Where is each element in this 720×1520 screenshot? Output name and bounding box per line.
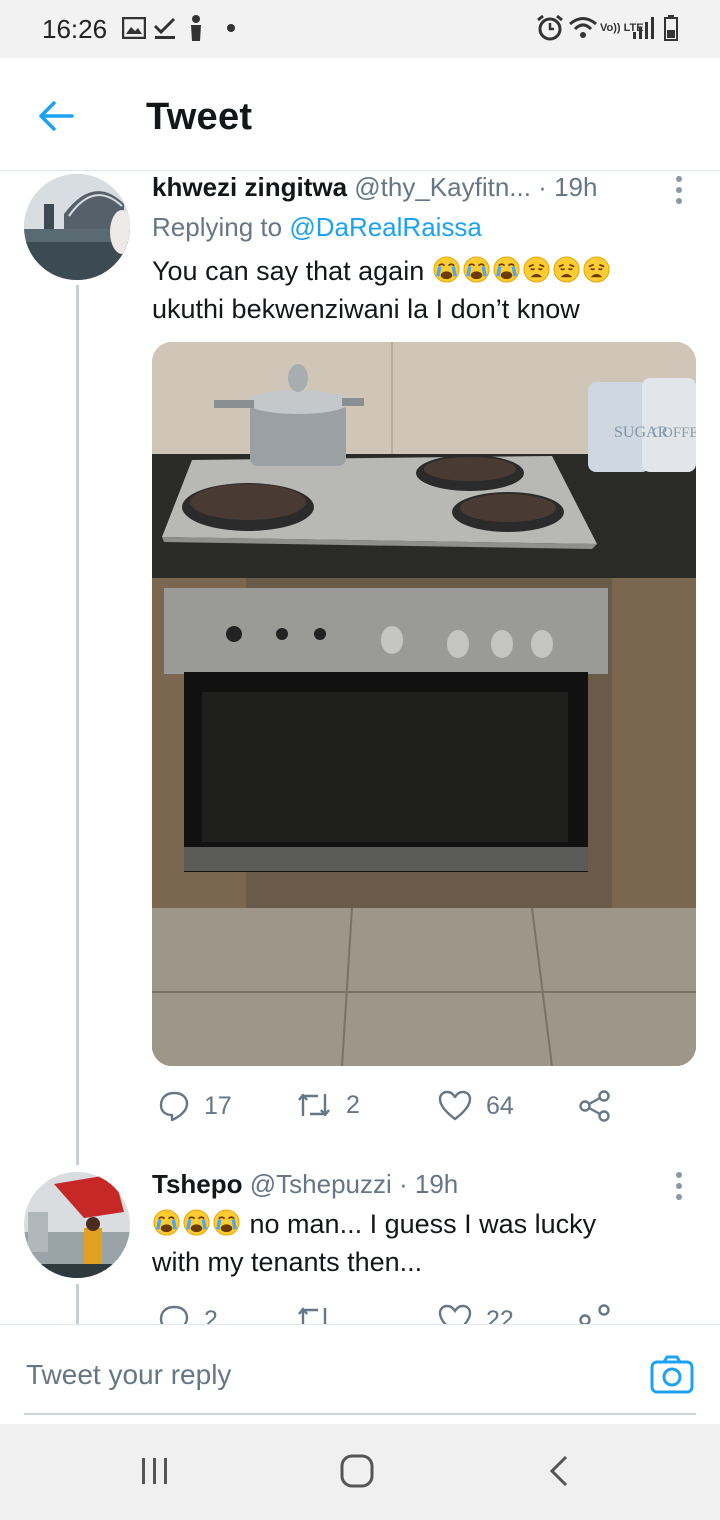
share-button-2[interactable]: [578, 1304, 612, 1324]
coffee-label: COFFEE: [652, 425, 696, 441]
tweet-actions-2: 2 22: [0, 1296, 720, 1324]
more-options-icon-2[interactable]: [676, 1172, 682, 1205]
back-nav-icon[interactable]: [544, 1454, 574, 1493]
tweet-author-2[interactable]: Tshepo @Tshepuzzi · 19h: [152, 1169, 458, 1200]
reply-icon-2: [159, 1305, 189, 1324]
weary-face-emoji: [582, 255, 611, 284]
replying-to: Replying to @DaRealRaissa: [152, 212, 482, 243]
more-options-icon[interactable]: [676, 176, 682, 209]
like-button-2[interactable]: 22: [438, 1304, 514, 1324]
share-icon: [579, 1090, 610, 1122]
retweet-icon: [298, 1093, 330, 1117]
person-icon: [188, 14, 204, 42]
gallery-icon: [122, 14, 146, 42]
tweet-text: You can say that again ukuthi bekwenziwa…: [152, 252, 692, 328]
like-button[interactable]: 64: [438, 1090, 514, 1122]
recent-apps-icon[interactable]: [138, 1454, 172, 1493]
reply-button[interactable]: 17: [158, 1090, 232, 1122]
back-arrow-icon[interactable]: [36, 96, 76, 136]
retweet-button[interactable]: 2: [296, 1090, 360, 1120]
reply-composer: Tweet your reply: [0, 1324, 720, 1425]
reply-icon: [159, 1091, 189, 1122]
tweet-text-line1: You can say that again: [152, 256, 425, 286]
like-count: 64: [486, 1091, 514, 1120]
download-done-icon: [152, 14, 178, 42]
battery-icon: [664, 14, 678, 42]
display-name-2[interactable]: Tshepo: [152, 1169, 243, 1199]
reply-input[interactable]: Tweet your reply: [26, 1359, 231, 1391]
tweet-text-line2: ukuthi bekwenziwani la I don’t know: [152, 294, 580, 324]
tweet-photo[interactable]: SUGAR COFFEE: [152, 342, 696, 1066]
crying-face-emoji: [152, 1208, 181, 1237]
weary-face-emoji: [522, 255, 551, 284]
home-icon[interactable]: [338, 1452, 376, 1495]
share-button[interactable]: [578, 1090, 612, 1122]
wifi-icon: [568, 14, 598, 42]
crying-face-emoji: [492, 255, 521, 284]
signal-icon: [632, 14, 654, 42]
heart-icon-2: [438, 1304, 472, 1324]
status-time: 16:26: [42, 14, 108, 44]
replying-to-link[interactable]: @DaRealRaissa: [289, 212, 482, 242]
avatar-khwezi[interactable]: [24, 174, 130, 280]
crying-face-emoji: [182, 1208, 211, 1237]
notification-dot-icon: [226, 14, 236, 42]
page-title: Tweet: [146, 96, 253, 138]
avatar-tshepo[interactable]: [24, 1172, 130, 1278]
reply-count: 17: [204, 1091, 232, 1120]
replying-prefix: Replying to: [152, 212, 290, 242]
status-bar: 16:26 Vo)) LTE: [0, 0, 720, 58]
thread-line: [76, 285, 79, 1165]
crying-face-emoji: [212, 1208, 241, 1237]
handle-time: @thy_Kayfitn... · 19h: [354, 172, 598, 202]
app-header: Tweet: [0, 58, 720, 171]
weary-face-emoji: [552, 255, 581, 284]
reply-button-2[interactable]: 2: [158, 1304, 218, 1324]
heart-icon: [438, 1090, 472, 1121]
retweet-icon-2: [298, 1307, 327, 1324]
tweet2-text-line1: no man... I guess I was lucky: [249, 1209, 597, 1239]
share-icon-2: [579, 1304, 610, 1324]
retweet-button-2[interactable]: [296, 1304, 332, 1324]
system-nav-bar: [0, 1424, 720, 1520]
camera-icon[interactable]: [650, 1355, 694, 1395]
tweet-actions: 17 2 64: [0, 1086, 720, 1130]
display-name[interactable]: khwezi zingitwa: [152, 172, 347, 202]
tweet2-text-line2: with my tenants then...: [152, 1247, 423, 1277]
alarm-icon: [536, 14, 564, 42]
reply-underline: [24, 1413, 696, 1415]
handle-time-2: @Tshepuzzi · 19h: [249, 1169, 459, 1199]
emoji-group: [432, 256, 612, 286]
crying-face-emoji: [432, 255, 461, 284]
tweet-text-2: no man... I guess I was lucky with my te…: [152, 1205, 692, 1281]
like-count-2: 22: [486, 1305, 514, 1325]
reply-count-2: 2: [204, 1305, 218, 1325]
tweet-author[interactable]: khwezi zingitwa @thy_Kayfitn... · 19h: [152, 172, 597, 203]
emoji-group-2: [152, 1209, 242, 1239]
retweet-count: 2: [346, 1090, 360, 1119]
crying-face-emoji: [462, 255, 491, 284]
